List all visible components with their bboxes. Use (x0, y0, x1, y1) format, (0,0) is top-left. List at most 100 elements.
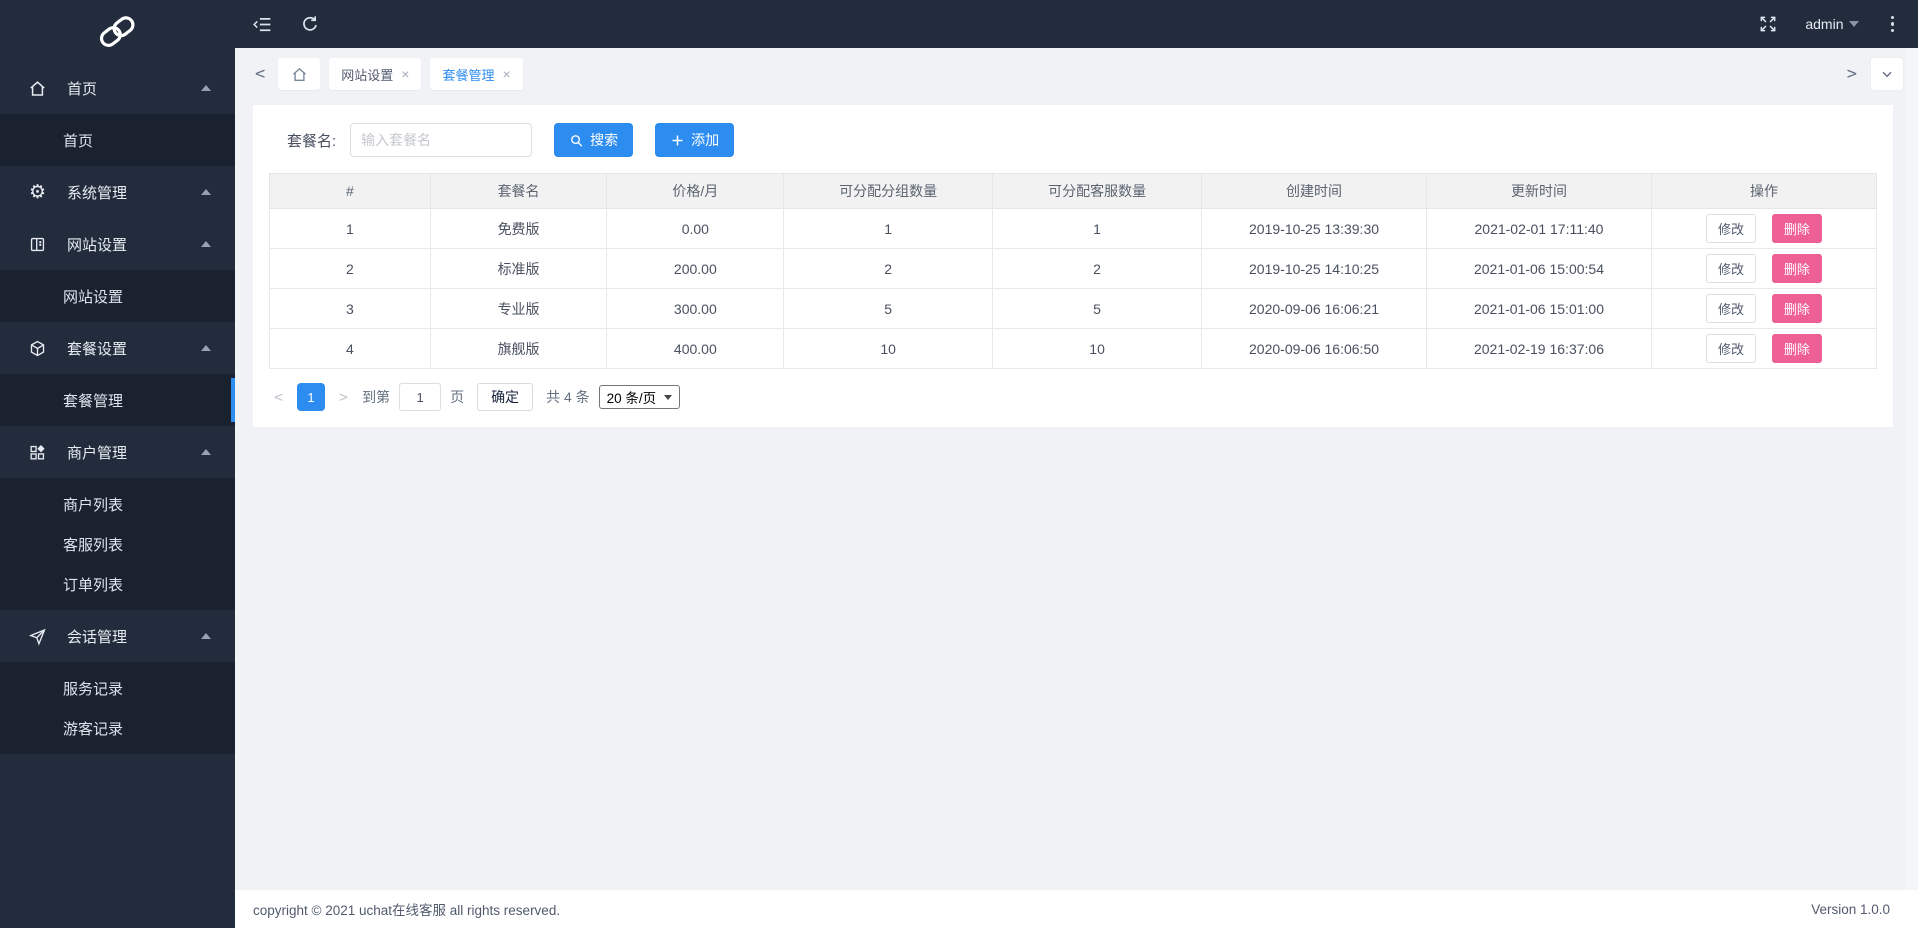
cell-agents: 2 (992, 248, 1203, 289)
next-page-icon[interactable]: > (334, 388, 353, 406)
page-1-button[interactable]: 1 (297, 383, 326, 411)
table-row: 3 专业版 300.00 5 5 2020-09-06 16:06:21 202… (269, 288, 1878, 329)
cell-price: 200.00 (606, 248, 785, 289)
sidebar-item-package-management[interactable]: 套餐管理 (0, 374, 235, 426)
close-icon[interactable]: × (401, 67, 409, 81)
sidebar-item-label: 商户列表 (63, 496, 124, 514)
refresh-icon[interactable] (299, 13, 321, 35)
col-actions: 操作 (1650, 173, 1878, 209)
add-button[interactable]: 添加 (655, 123, 735, 157)
topbar: admin (235, 0, 1918, 48)
sidebar-group-website[interactable]: 网站设置 (0, 218, 235, 270)
chevron-down-icon (1882, 71, 1892, 78)
website-icon (28, 235, 47, 254)
search-button[interactable]: 搜索 (554, 123, 634, 157)
delete-button[interactable]: 删除 (1771, 214, 1822, 243)
close-icon[interactable]: × (502, 67, 510, 81)
delete-button[interactable]: 删除 (1771, 294, 1822, 323)
cell-updated: 2021-02-19 16:37:06 (1426, 328, 1652, 369)
cell-actions: 修改 删除 (1650, 288, 1878, 329)
cell-name: 旗舰版 (429, 328, 608, 369)
main-column: admin < 网站设置 × 套餐管理 × > 套餐名: 输入套餐名 搜索 添加… (235, 0, 1918, 928)
sidebar-item-home[interactable]: 首页 (0, 114, 235, 166)
copyright-text: copyright © 2021 uchat在线客服 all rights re… (253, 903, 561, 918)
scrollbar-track[interactable] (1905, 48, 1918, 890)
delete-button[interactable]: 删除 (1771, 254, 1822, 283)
table-row: 2 标准版 200.00 2 2 2019-10-25 14:10:25 202… (269, 248, 1878, 289)
package-table: # 套餐名 价格/月 可分配分组数量 可分配客服数量 创建时间 更新时间 操作 (269, 173, 1878, 369)
cell-price: 0.00 (606, 208, 785, 249)
page-size-select[interactable]: 20 条/页 (598, 385, 681, 409)
confirm-button[interactable]: 确定 (477, 383, 534, 411)
edit-button[interactable]: 修改 (1706, 294, 1757, 323)
goto-page-input[interactable] (399, 383, 442, 411)
sidebar-item-label: 网站设置 (63, 288, 124, 306)
more-options-icon[interactable] (1885, 14, 1901, 35)
edit-button[interactable]: 修改 (1706, 334, 1757, 363)
cell-created: 2020-09-06 16:06:50 (1201, 328, 1427, 369)
cell-groups: 1 (783, 208, 994, 249)
content-area: 套餐名: 搜索 添加 (235, 100, 1918, 890)
sidebar-group-label: 系统管理 (67, 184, 128, 202)
plus-icon (672, 135, 683, 145)
tab-label: 网站设置 (341, 67, 394, 83)
tab-label: 套餐管理 (442, 67, 495, 83)
cell-index: 1 (269, 208, 431, 249)
tab-package-management[interactable]: 套餐管理 × (430, 58, 523, 90)
package-icon (28, 339, 47, 358)
sidebar-group-system[interactable]: ⚙ 系统管理 (0, 166, 235, 218)
table-row: 4 旗舰版 400.00 10 10 2020-09-06 16:06:50 2… (269, 328, 1878, 369)
prev-page-icon[interactable]: < (269, 388, 288, 406)
cell-index: 3 (269, 288, 431, 329)
col-groups: 可分配分组数量 (783, 173, 994, 209)
edit-button[interactable]: 修改 (1706, 214, 1757, 243)
cell-name: 专业版 (429, 288, 608, 329)
col-updated: 更新时间 (1426, 173, 1652, 209)
add-button-label: 添加 (691, 132, 720, 148)
sidebar-group-home[interactable]: 首页 (0, 62, 235, 114)
fullscreen-icon[interactable] (1757, 13, 1779, 35)
sidebar-item-service-records[interactable]: 服务记录 (0, 668, 235, 708)
table-header-row: # 套餐名 价格/月 可分配分组数量 可分配客服数量 创建时间 更新时间 操作 (269, 173, 1878, 209)
sidebar-item-visitor-records[interactable]: 游客记录 (0, 708, 235, 748)
tabs-scroll-right-icon[interactable]: > (1843, 64, 1861, 84)
merchant-grid-icon (28, 443, 47, 462)
tab-website-settings[interactable]: 网站设置 × (329, 58, 422, 90)
package-name-input[interactable] (350, 123, 533, 157)
user-menu[interactable]: admin (1805, 16, 1859, 32)
tab-home[interactable] (278, 58, 321, 90)
sidebar-item-label: 服务记录 (63, 680, 124, 698)
sidebar-submenu-session: 服务记录 游客记录 (0, 662, 235, 754)
search-button-label: 搜索 (590, 132, 619, 148)
sidebar-item-website-settings[interactable]: 网站设置 (0, 270, 235, 322)
home-icon (28, 79, 47, 98)
sidebar-item-merchant-list[interactable]: 商户列表 (0, 484, 235, 524)
sidebar-submenu-home: 首页 (0, 114, 235, 166)
topbar-left (251, 13, 321, 35)
sidebar-group-package[interactable]: 套餐设置 (0, 322, 235, 374)
tabs-scroll-left-icon[interactable]: < (251, 64, 269, 84)
delete-button[interactable]: 删除 (1771, 334, 1822, 363)
cell-agents: 1 (992, 208, 1203, 249)
edit-button[interactable]: 修改 (1706, 254, 1757, 283)
sidebar-item-agent-list[interactable]: 客服列表 (0, 524, 235, 564)
tabbar: < 网站设置 × 套餐管理 × > (235, 48, 1918, 100)
sidebar-item-label: 客服列表 (63, 536, 124, 554)
footer: copyright © 2021 uchat在线客服 all rights re… (235, 890, 1918, 928)
sidebar-item-label: 游客记录 (63, 720, 124, 738)
sidebar-group-session[interactable]: 会话管理 (0, 610, 235, 662)
cell-index: 4 (269, 328, 431, 369)
search-label: 套餐名: (287, 132, 337, 150)
tabs-collapse-button[interactable] (1870, 57, 1904, 91)
package-card: 套餐名: 搜索 添加 (253, 105, 1893, 427)
sidebar-item-order-list[interactable]: 订单列表 (0, 564, 235, 604)
cell-agents: 10 (992, 328, 1203, 369)
sidebar-toggle-icon[interactable] (251, 13, 273, 35)
chevron-up-icon (201, 85, 211, 91)
cell-price: 300.00 (606, 288, 785, 329)
username: admin (1805, 16, 1844, 32)
chevron-up-icon (201, 189, 211, 195)
sidebar: 首页 首页 ⚙ 系统管理 网站设置 网站设置 套餐设置 套餐管理 商户管理 商户… (0, 0, 235, 928)
sidebar-group-label: 套餐设置 (67, 340, 128, 358)
sidebar-group-merchant[interactable]: 商户管理 (0, 426, 235, 478)
